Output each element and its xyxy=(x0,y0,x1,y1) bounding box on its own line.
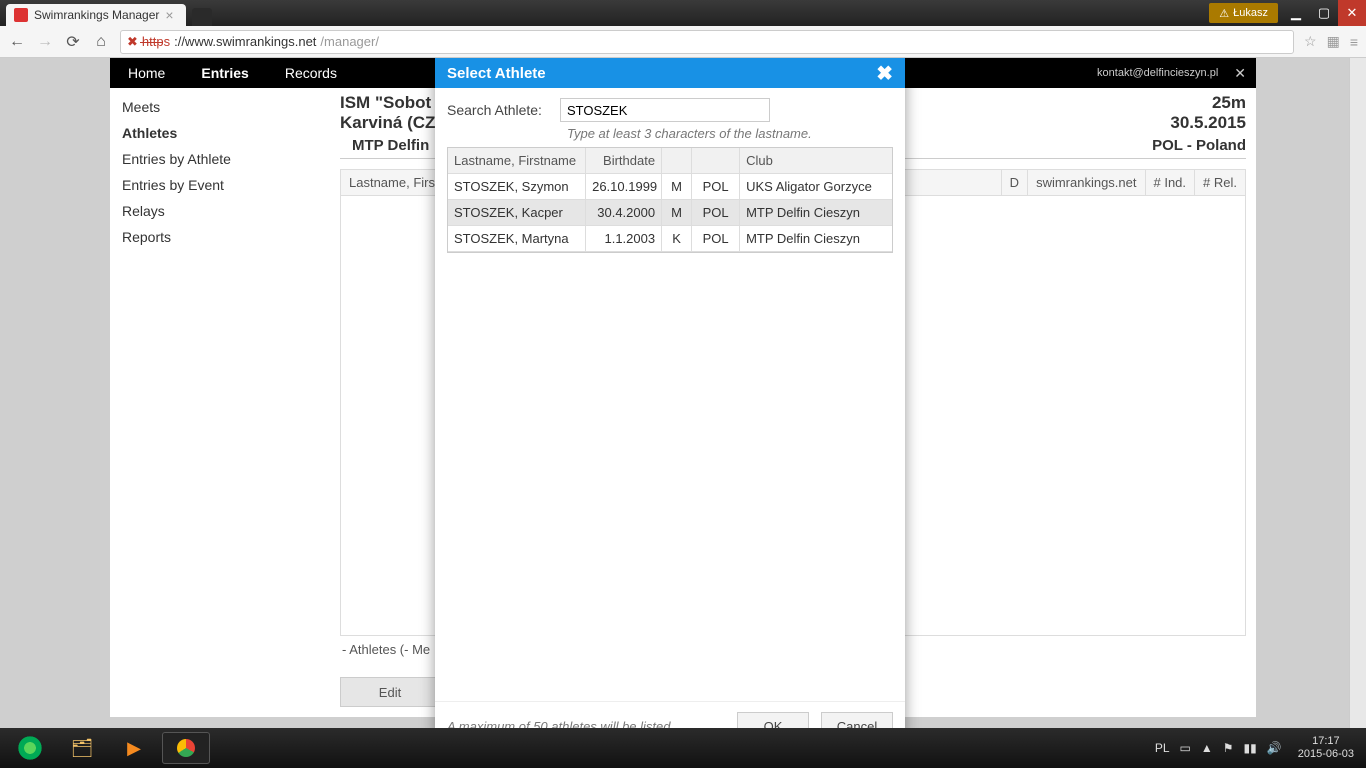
url-host: ://www.swimrankings.net xyxy=(174,34,316,49)
account-email: kontakt@delfincieszyn.pl xyxy=(1097,67,1224,79)
cell-name: STOSZEK, Martyna xyxy=(448,226,586,252)
window-close-button[interactable] xyxy=(1338,0,1366,26)
tray-clock[interactable]: 17:17 2015-06-03 xyxy=(1292,735,1360,761)
url-scheme: https xyxy=(142,34,170,49)
meet-date: 30.5.2015 xyxy=(1170,113,1246,133)
cell-birth: 30.4.2000 xyxy=(586,200,662,226)
site-warning-icon: ✖ xyxy=(127,34,138,50)
athlete-results-grid: Lastname, Firstname Birthdate Club STOSZ… xyxy=(447,147,893,253)
page-viewport: Home Entries Records kontakt@delfinciesz… xyxy=(0,58,1366,744)
reload-button[interactable]: ⟳ xyxy=(64,32,82,52)
meet-pool: 25m xyxy=(1170,93,1246,113)
system-tray[interactable]: PL ▭ ▲ ⚑ ▮▮ 🔊 17:17 2015-06-03 xyxy=(1155,735,1360,761)
back-button[interactable]: ← xyxy=(8,33,26,51)
tray-volume-icon[interactable]: 🔊 xyxy=(1267,741,1282,755)
cell-club: UKS Aligator Gorzyce xyxy=(740,174,892,200)
search-hint: Type at least 3 characters of the lastna… xyxy=(447,122,893,147)
col-d: D xyxy=(1002,170,1028,195)
col-ind: # Ind. xyxy=(1146,170,1196,195)
sidebar-item-relays[interactable]: Relays xyxy=(110,198,340,224)
nav-entries[interactable]: Entries xyxy=(183,65,266,81)
tray-flag-icon[interactable]: ⚑ xyxy=(1223,741,1234,755)
nav-records[interactable]: Records xyxy=(267,65,355,81)
url-path: /manager/ xyxy=(320,34,379,49)
cell-name: STOSZEK, Szymon xyxy=(448,174,586,200)
cell-birth: 26.10.1999 xyxy=(586,174,662,200)
taskbar-explorer-icon[interactable]: 🗂 xyxy=(58,732,106,764)
logout-icon[interactable]: ✕ xyxy=(1224,65,1256,82)
grid-header-name: Lastname, Firstname xyxy=(448,148,586,174)
cell-sex: M xyxy=(662,174,692,200)
dialog-title: Select Athlete xyxy=(447,65,546,82)
search-athlete-input[interactable] xyxy=(560,98,770,122)
sidebar: Meets Athletes Entries by Athlete Entrie… xyxy=(110,88,340,717)
windows-taskbar: 🗂 ▶ PL ▭ ▲ ⚑ ▮▮ 🔊 17:17 2015-06-03 xyxy=(0,728,1366,768)
grid-header-birth: Birthdate xyxy=(586,148,662,174)
address-bar[interactable]: ✖ https ://www.swimrankings.net/manager/ xyxy=(120,30,1294,54)
favicon-icon xyxy=(14,8,28,22)
grid-header-club: Club xyxy=(740,148,892,174)
taskbar-media-icon[interactable]: ▶ xyxy=(110,732,158,764)
select-athlete-dialog: Select Athlete ✖ Search Athlete: Type at… xyxy=(435,58,905,740)
cell-club: MTP Delfin Cieszyn xyxy=(740,200,892,226)
nav-home[interactable]: Home xyxy=(110,65,183,81)
edit-button[interactable]: Edit xyxy=(340,677,440,707)
meet-nation: POL - Poland xyxy=(1152,137,1246,154)
tray-lang[interactable]: PL xyxy=(1155,741,1170,755)
bookmark-star-icon[interactable]: ☆ xyxy=(1304,33,1317,50)
chrome-user-badge[interactable]: Łukasz xyxy=(1209,3,1278,23)
tab-title: Swimrankings Manager xyxy=(34,8,159,22)
forward-button[interactable]: → xyxy=(36,33,54,51)
grid-header-sex xyxy=(662,148,692,174)
taskbar-chrome-icon[interactable] xyxy=(162,732,210,764)
window-minimize-button[interactable] xyxy=(1282,0,1310,26)
browser-tab[interactable]: Swimrankings Manager × xyxy=(6,4,186,26)
new-tab-button[interactable] xyxy=(192,8,212,26)
cell-nat: POL xyxy=(692,174,740,200)
athlete-row[interactable]: STOSZEK, Martyna1.1.2003KPOLMTP Delfin C… xyxy=(448,226,892,252)
cell-name: STOSZEK, Kacper xyxy=(448,200,586,226)
extensions-icon[interactable]: ▦ xyxy=(1327,33,1340,50)
cell-nat: POL xyxy=(692,226,740,252)
menu-icon[interactable]: ≡ xyxy=(1350,34,1358,50)
sidebar-item-entries-by-event[interactable]: Entries by Event xyxy=(110,172,340,198)
tray-battery-icon: ▭ xyxy=(1180,741,1191,755)
browser-toolbar: ← → ⟳ ⌂ ✖ https ://www.swimrankings.net/… xyxy=(0,26,1366,58)
home-button[interactable]: ⌂ xyxy=(92,33,110,51)
sidebar-item-athletes[interactable]: Athletes xyxy=(110,120,340,146)
sidebar-item-reports[interactable]: Reports xyxy=(110,224,340,250)
dialog-close-icon[interactable]: ✖ xyxy=(876,61,893,86)
meet-location: Karviná (CZ xyxy=(340,113,435,133)
grid-header-nat xyxy=(692,148,740,174)
meet-title: ISM "Sobot xyxy=(340,93,435,113)
sidebar-item-entries-by-athlete[interactable]: Entries by Athlete xyxy=(110,146,340,172)
athlete-row[interactable]: STOSZEK, Szymon26.10.1999MPOLUKS Aligato… xyxy=(448,174,892,200)
cell-nat: POL xyxy=(692,200,740,226)
tray-arrow-icon[interactable]: ▲ xyxy=(1201,741,1213,755)
tab-close-icon[interactable]: × xyxy=(165,8,173,22)
start-button[interactable] xyxy=(6,732,54,764)
col-site: swimrankings.net xyxy=(1028,170,1145,195)
cell-sex: K xyxy=(662,226,692,252)
athlete-row[interactable]: STOSZEK, Kacper30.4.2000MPOLMTP Delfin C… xyxy=(448,200,892,226)
window-titlebar: Swimrankings Manager × Łukasz xyxy=(0,0,1366,26)
sidebar-item-meets[interactable]: Meets xyxy=(110,94,340,120)
cell-club: MTP Delfin Cieszyn xyxy=(740,226,892,252)
window-maximize-button[interactable] xyxy=(1310,0,1338,26)
tray-network-icon[interactable]: ▮▮ xyxy=(1244,741,1257,755)
cell-birth: 1.1.2003 xyxy=(586,226,662,252)
cell-sex: M xyxy=(662,200,692,226)
meet-club: MTP Delfin xyxy=(352,137,429,154)
search-label: Search Athlete: xyxy=(447,102,542,118)
col-rel: # Rel. xyxy=(1195,170,1245,195)
